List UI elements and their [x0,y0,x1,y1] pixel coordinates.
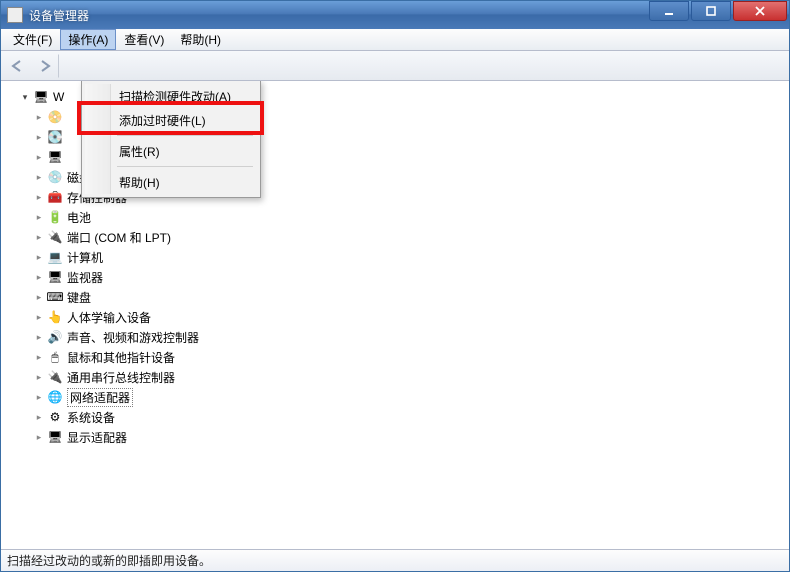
status-bar: 扫描经过改动的或新的即插即用设备。 [1,549,789,571]
tree-item-label: 系统设备 [67,409,115,426]
expand-icon[interactable] [33,411,45,423]
expand-icon[interactable] [33,151,45,163]
device-category-icon: 👆 [47,309,63,325]
menu-item-label: 帮助(H) [119,174,160,191]
expand-icon[interactable] [33,171,45,183]
menu-separator [117,166,253,167]
device-category-icon: 🔊 [47,329,63,345]
close-button[interactable] [733,1,787,21]
tree-item[interactable]: 🖱鼠标和其他指针设备 [5,347,785,367]
tree-item-label: 网络适配器 [67,388,133,407]
window-title: 设备管理器 [29,7,89,24]
device-category-icon: 🖥 [47,149,63,165]
tree-item-label: 通用串行总线控制器 [67,369,175,386]
device-category-icon: 🔋 [47,209,63,225]
device-category-icon: 📀 [47,109,63,125]
expand-icon[interactable] [33,111,45,123]
expand-icon[interactable] [33,191,45,203]
expand-icon[interactable] [19,91,31,103]
expand-icon[interactable] [33,351,45,363]
device-category-icon: ⌨ [47,289,63,305]
device-category-icon: 🧰 [47,189,63,205]
tree-item-label: 监视器 [67,269,103,286]
expand-icon[interactable] [33,131,45,143]
menu-item-label: 添加过时硬件(L) [119,112,206,129]
menu-separator [117,135,253,136]
tree-item[interactable]: 👆人体学输入设备 [5,307,785,327]
status-text: 扫描经过改动的或新的即插即用设备。 [7,552,211,569]
device-category-icon: 🌐 [47,389,63,405]
tree-item-label: 端口 (COM 和 LPT) [67,229,171,246]
menu-item-label: 扫描检测硬件改动(A) [119,88,231,105]
expand-icon[interactable] [33,331,45,343]
device-category-icon: 💽 [47,129,63,145]
tree-item-label: 电池 [67,209,91,226]
device-category-icon: 🖥 [47,269,63,285]
tree-item[interactable]: 🖥显示适配器 [5,427,785,447]
tree-item[interactable]: 🔊声音、视频和游戏控制器 [5,327,785,347]
app-icon [7,7,23,23]
back-button[interactable] [5,54,31,78]
device-category-icon: 🔌 [47,369,63,385]
tree-item[interactable]: 🌐网络适配器 [5,387,785,407]
tree-item-label: 显示适配器 [67,429,127,446]
menu-help-label: 帮助(H) [180,31,221,48]
expand-icon[interactable] [33,231,45,243]
menu-item-help[interactable]: 帮助(H) [85,170,257,194]
device-category-icon: ⚙ [47,409,63,425]
tree-item-label: 键盘 [67,289,91,306]
expand-icon[interactable] [33,211,45,223]
menu-item-scan-hardware[interactable]: 扫描检测硬件改动(A) [85,84,257,108]
device-category-icon: 💿 [47,169,63,185]
computer-icon: 🖥 [33,89,49,105]
expand-icon[interactable] [33,251,45,263]
device-category-icon: 🖥 [47,429,63,445]
expand-icon[interactable] [33,291,45,303]
tree-root-label: W [53,90,64,104]
device-category-icon: 💻 [47,249,63,265]
menu-action-label: 操作(A) [68,31,108,48]
tree-item-label: 人体学输入设备 [67,309,151,326]
action-menu-dropdown: 扫描检测硬件改动(A) 添加过时硬件(L) 属性(R) 帮助(H) [81,81,261,198]
menu-view[interactable]: 查看(V) [116,29,172,50]
tree-item[interactable]: 🔌端口 (COM 和 LPT) [5,227,785,247]
tree-item-label: 鼠标和其他指针设备 [67,349,175,366]
menu-bar: 文件(F) 操作(A) 查看(V) 帮助(H) [1,29,789,51]
device-manager-window: 设备管理器 文件(F) 操作(A) 查看(V) 帮助(H) [0,0,790,572]
expand-icon[interactable] [33,271,45,283]
tree-item-label: 计算机 [67,249,103,266]
menu-item-properties[interactable]: 属性(R) [85,139,257,163]
tree-item[interactable]: ⚙系统设备 [5,407,785,427]
forward-button[interactable] [33,54,59,78]
tree-item[interactable]: 💻计算机 [5,247,785,267]
expand-icon[interactable] [33,311,45,323]
menu-help[interactable]: 帮助(H) [172,29,229,50]
expand-icon[interactable] [33,431,45,443]
minimize-button[interactable] [649,1,689,21]
menu-item-add-legacy-hardware[interactable]: 添加过时硬件(L) [85,108,257,132]
menu-item-label: 属性(R) [119,143,160,160]
menu-view-label: 查看(V) [124,31,164,48]
toolbar [1,51,789,81]
window-buttons [649,1,789,21]
menu-file-label: 文件(F) [13,31,52,48]
tree-item-label: 声音、视频和游戏控制器 [67,329,199,346]
title-bar[interactable]: 设备管理器 [1,1,789,29]
expand-icon[interactable] [33,371,45,383]
menu-file[interactable]: 文件(F) [5,29,60,50]
maximize-button[interactable] [691,1,731,21]
tree-item[interactable]: 🔌通用串行总线控制器 [5,367,785,387]
tree-item[interactable]: 🔋电池 [5,207,785,227]
expand-icon[interactable] [33,391,45,403]
device-category-icon: 🖱 [47,349,63,365]
device-category-icon: 🔌 [47,229,63,245]
tree-item[interactable]: 🖥监视器 [5,267,785,287]
content-area: 🖥 W 📀💽🖥💿磁盘驱动器🧰存储控制器🔋电池🔌端口 (COM 和 LPT)💻计算… [1,81,789,549]
tree-item[interactable]: ⌨键盘 [5,287,785,307]
menu-action[interactable]: 操作(A) [60,29,116,50]
